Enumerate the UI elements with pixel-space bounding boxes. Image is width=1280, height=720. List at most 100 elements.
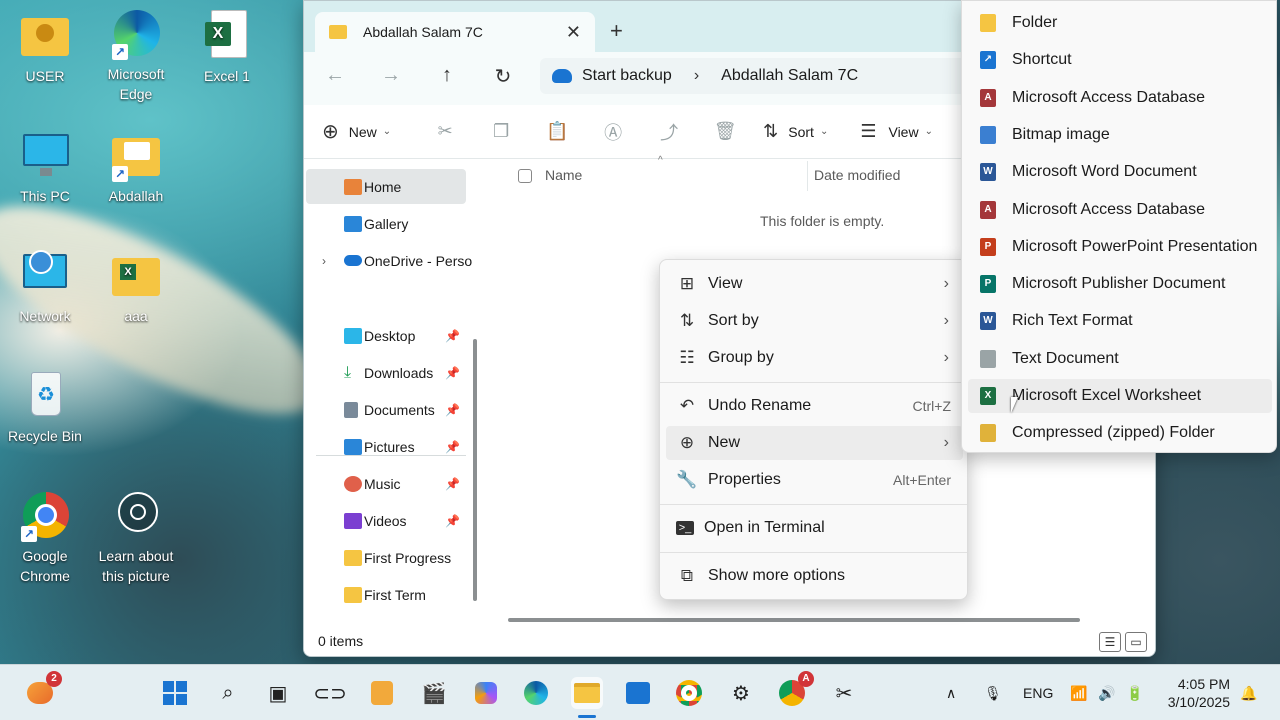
- delete-icon[interactable]: 🗑: [697, 121, 753, 142]
- pin-icon[interactable]: 📌: [445, 366, 460, 380]
- sort-button[interactable]: ⇅ Sort ⌄: [763, 121, 828, 142]
- microphone-icon[interactable]: 🎙: [984, 685, 1002, 702]
- wifi-icon[interactable]: 📶: [1070, 685, 1087, 702]
- submenu-item-folder[interactable]: Folder: [968, 6, 1272, 40]
- cut-icon[interactable]: ✂: [417, 121, 473, 142]
- horizontal-scrollbar[interactable]: [508, 618, 1080, 622]
- close-tab-icon[interactable]: ✕: [566, 22, 581, 43]
- pin-icon[interactable]: 📌: [445, 403, 460, 417]
- sidebar-item-home[interactable]: Home: [306, 169, 466, 204]
- battery-icon[interactable]: 🔋: [1126, 685, 1143, 702]
- submenu-item-powerpoint[interactable]: P Microsoft PowerPoint Presentation: [968, 230, 1272, 264]
- desktop-icon-network[interactable]: Network: [0, 250, 90, 326]
- forward-arrow-icon[interactable]: →: [378, 64, 404, 87]
- submenu-item-zipped-folder[interactable]: Compressed (zipped) Folder: [968, 416, 1272, 450]
- column-divider[interactable]: [807, 161, 808, 191]
- sidebar-item-pictures[interactable]: Pictures 📌: [306, 429, 466, 464]
- submenu-item-shortcut[interactable]: ↗ Shortcut: [968, 43, 1272, 77]
- new-tab-button[interactable]: +: [610, 18, 623, 44]
- desktop-icon-recycle-bin[interactable]: ♻ Recycle Bin: [0, 370, 90, 446]
- copilot-icon[interactable]: ⊂⊃: [313, 677, 347, 709]
- desktop-icon-this-pc[interactable]: This PC: [0, 130, 90, 206]
- submenu-item-access-database[interactable]: A Microsoft Access Database: [968, 81, 1272, 115]
- speaker-icon[interactable]: 🔊: [1098, 685, 1115, 702]
- submenu-item-publisher[interactable]: P Microsoft Publisher Document: [968, 267, 1272, 301]
- clock[interactable]: 4:05 PM 3/10/2025: [1164, 675, 1230, 711]
- column-header-date[interactable]: Date modified: [814, 167, 900, 183]
- menu-item-show-more-options[interactable]: ⧉ Show more options: [666, 559, 963, 593]
- start-backup-label[interactable]: Start backup: [582, 67, 672, 85]
- chevron-up-icon[interactable]: ∧: [946, 685, 956, 702]
- store-icon[interactable]: [622, 677, 654, 709]
- file-explorer-icon[interactable]: [571, 677, 603, 709]
- paste-icon[interactable]: 📋: [529, 121, 585, 142]
- menu-item-group-by[interactable]: ☷ Group by ›: [666, 341, 963, 375]
- sidebar-item-downloads[interactable]: ⤓ Downloads 📌: [306, 355, 466, 390]
- sidebar-item-desktop[interactable]: Desktop 📌: [306, 318, 466, 353]
- copilot-app-icon[interactable]: [470, 677, 502, 709]
- pin-icon[interactable]: 📌: [445, 477, 460, 491]
- submenu-item-rich-text[interactable]: W Rich Text Format: [968, 304, 1272, 338]
- task-view-icon[interactable]: ▣: [262, 677, 294, 709]
- menu-item-view[interactable]: ⊞ View ›: [666, 267, 963, 301]
- desktop-icon-chrome[interactable]: ↗ Google Chrome: [0, 490, 90, 586]
- settings-gear-icon[interactable]: ⚙: [725, 677, 757, 709]
- submenu-item-text-document[interactable]: Text Document: [968, 342, 1272, 376]
- sidebar-item-music[interactable]: Music 📌: [306, 466, 466, 501]
- refresh-icon[interactable]: ↻: [490, 64, 516, 89]
- chevron-right-icon[interactable]: ›: [322, 254, 326, 268]
- app-icon[interactable]: [366, 677, 398, 709]
- sidebar-item-documents[interactable]: Documents 📌: [306, 392, 466, 427]
- details-view-icon[interactable]: ☰: [1099, 632, 1121, 652]
- start-button[interactable]: [159, 677, 191, 709]
- app-icon[interactable]: 🎬: [418, 677, 450, 709]
- edge-icon[interactable]: [520, 677, 552, 709]
- desktop-icon-excel[interactable]: X Excel 1: [182, 10, 272, 86]
- sidebar-item-label: Desktop: [364, 327, 416, 344]
- sidebar-item-first-progress[interactable]: First Progress: [306, 540, 466, 575]
- desktop-icon-abdallah[interactable]: ↗ Abdallah: [91, 130, 181, 206]
- menu-item-undo-rename[interactable]: ↶ Undo Rename Ctrl+Z: [666, 389, 963, 423]
- up-arrow-icon[interactable]: ↑: [434, 64, 460, 87]
- breadcrumb-current[interactable]: Abdallah Salam 7C: [721, 67, 858, 85]
- submenu-item-bitmap-image[interactable]: Bitmap image: [968, 118, 1272, 152]
- new-button-label: New: [348, 123, 377, 140]
- notifications-icon[interactable]: 🔔: [1240, 685, 1257, 702]
- language-indicator[interactable]: ENG: [1023, 685, 1053, 701]
- select-all-checkbox[interactable]: [518, 169, 532, 183]
- chrome-icon[interactable]: [673, 677, 705, 709]
- share-icon[interactable]: ⤴: [641, 119, 697, 145]
- menu-item-new[interactable]: ⊕ New ›: [666, 426, 963, 460]
- copy-icon[interactable]: ❐: [473, 121, 529, 142]
- tiles-view-icon[interactable]: ▭: [1125, 632, 1147, 652]
- pin-icon[interactable]: 📌: [445, 514, 460, 528]
- back-arrow-icon[interactable]: ←: [322, 64, 348, 87]
- sidebar-scrollbar[interactable]: [473, 339, 477, 601]
- sidebar-item-gallery[interactable]: Gallery: [306, 206, 466, 241]
- sidebar-item-first-term[interactable]: First Term: [306, 577, 466, 612]
- sidebar-item-onedrive[interactable]: › OneDrive - Perso: [306, 243, 472, 278]
- desktop-icon-aaa[interactable]: X aaa: [91, 250, 181, 326]
- pin-icon[interactable]: 📌: [445, 440, 460, 454]
- desktop-icon-learn-picture[interactable]: Learn about this picture: [91, 490, 181, 586]
- menu-item-open-terminal[interactable]: >_ Open in Terminal: [666, 511, 963, 545]
- desktop-icon-edge[interactable]: ↗ Microsoft Edge: [91, 8, 181, 104]
- desktop-icon-user[interactable]: USER: [0, 10, 90, 86]
- submenu-item-access-database-2[interactable]: A Microsoft Access Database: [968, 193, 1272, 227]
- chrome-profile-icon[interactable]: A: [776, 671, 814, 709]
- submenu-item-word-document[interactable]: W Microsoft Word Document: [968, 155, 1272, 189]
- publisher-file-icon: P: [980, 275, 996, 293]
- rename-icon[interactable]: Ⓐ: [585, 119, 641, 145]
- new-button[interactable]: ⊕ New ⌄: [322, 119, 391, 144]
- search-icon[interactable]: ⌕: [212, 677, 244, 709]
- explorer-tab[interactable]: Abdallah Salam 7C ✕: [315, 12, 595, 52]
- snipping-tool-icon[interactable]: ✂: [828, 677, 860, 709]
- pin-icon[interactable]: 📌: [445, 329, 460, 343]
- sidebar-item-videos[interactable]: Videos 📌: [306, 503, 466, 538]
- menu-item-sort-by[interactable]: ⇅ Sort by ›: [666, 304, 963, 338]
- desktop-icon: [344, 327, 362, 344]
- column-header-name[interactable]: Name: [545, 167, 582, 183]
- menu-item-properties[interactable]: 🔧 Properties Alt+Enter: [666, 463, 963, 497]
- view-button[interactable]: ☰ View ⌄: [860, 121, 933, 142]
- weather-widget[interactable]: 2: [24, 671, 62, 709]
